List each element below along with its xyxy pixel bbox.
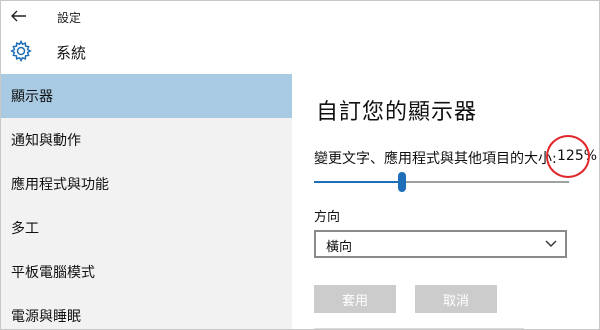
sidebar-item-power-sleep[interactable]: 電源與睡眠 [1,294,292,329]
app-title: 設定 [57,11,82,25]
sidebar-item-label: 顯示器 [11,89,53,105]
slider-track [406,181,569,183]
orientation-dropdown[interactable]: 橫向 [314,230,567,258]
cancel-button[interactable]: 取消 [415,285,497,313]
section-title: 系統 [56,44,87,62]
sidebar-item-label: 電源與睡眠 [11,309,81,325]
sidebar-item-label: 多工 [11,221,39,237]
divider [314,328,524,329]
sidebar-item-label: 通知與動作 [11,133,81,149]
sidebar-item-notifications[interactable]: 通知與動作 [1,118,292,162]
title-bar: 設定 [1,1,599,31]
sidebar-item-apps[interactable]: 應用程式與功能 [1,162,292,206]
orientation-label: 方向 [314,210,341,225]
sidebar-item-multitasking[interactable]: 多工 [1,206,292,250]
apply-button[interactable]: 套用 [314,285,396,313]
slider-thumb[interactable] [398,172,406,192]
scale-label: 變更文字、應用程式與其他項目的大小: [314,151,557,167]
settings-window: 設定 系統 顯示器 通知與動作 應用程式與功能 多工 平板電腦模式 電源與睡眠 [0,0,600,330]
page-title: 自訂您的顯示器 [316,100,478,125]
chevron-down-icon [545,240,557,247]
sidebar-item-tablet-mode[interactable]: 平板電腦模式 [1,250,292,294]
sidebar-item-label: 應用程式與功能 [11,177,109,193]
back-button[interactable] [9,7,29,25]
back-arrow-icon [11,10,26,22]
gear-icon [10,39,32,63]
main-content: 自訂您的顯示器 變更文字、應用程式與其他項目的大小: 125% 方向 橫向 套用… [292,74,599,329]
sidebar: 顯示器 通知與動作 應用程式與功能 多工 平板電腦模式 電源與睡眠 [1,74,292,329]
sidebar-item-display[interactable]: 顯示器 [1,74,292,118]
scale-slider[interactable] [314,172,569,192]
orientation-value: 橫向 [326,240,353,255]
section-header: 系統 [1,31,599,73]
sidebar-item-label: 平板電腦模式 [11,265,95,281]
slider-track-fill [314,181,398,183]
